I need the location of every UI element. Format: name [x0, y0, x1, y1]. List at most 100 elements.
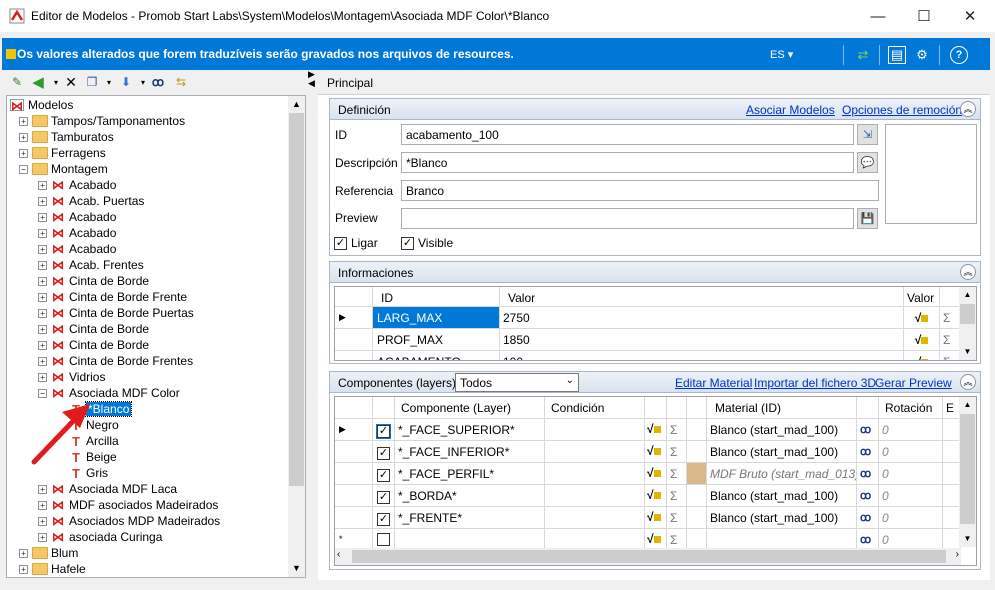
chevron-down-icon[interactable]: ▾: [100, 73, 118, 91]
tree-item[interactable]: + Blum: [19, 545, 78, 561]
row-checkbox-cell[interactable]: ✓: [373, 441, 395, 463]
tree-item-label[interactable]: Ferragens: [51, 146, 106, 160]
componente-cell[interactable]: *_BORDA*: [395, 485, 545, 507]
binoculars-icon[interactable]: ꝏ: [857, 507, 879, 529]
sigma-icon[interactable]: Σ: [940, 351, 960, 360]
material-cell[interactable]: Blanco (start_mad_100): [707, 507, 857, 529]
opciones-remocion-link[interactable]: Opciones de remoción: [842, 103, 962, 117]
tree-item-label[interactable]: Cinta de Borde Frentes: [69, 354, 193, 368]
scroll-down-icon[interactable]: ▼: [288, 560, 305, 577]
expand-icon[interactable]: +: [38, 260, 47, 270]
ligar-checkbox[interactable]: ✓ Ligar: [334, 236, 378, 250]
tree-item-label[interactable]: Acabado: [69, 210, 116, 224]
visible-checkbox[interactable]: ✓ Visible: [401, 236, 453, 250]
tree-item[interactable]: − Montagem: [19, 161, 108, 177]
row-header[interactable]: [335, 329, 373, 351]
sigma-icon[interactable]: Σ: [667, 507, 687, 529]
info-valor-cell[interactable]: 100: [500, 351, 904, 360]
tree-item-label[interactable]: asociada Curinga: [69, 530, 162, 544]
tree-item[interactable]: + ⋈ Cinta de Borde: [38, 337, 149, 353]
expand-icon[interactable]: +: [38, 372, 47, 382]
back-icon[interactable]: ◀: [29, 73, 47, 91]
expand-icon[interactable]: +: [19, 132, 28, 142]
formula-icon[interactable]: √: [645, 441, 667, 463]
expand-icon[interactable]: +: [19, 564, 28, 574]
sigma-icon[interactable]: Σ: [667, 463, 687, 485]
row-checkbox-cell[interactable]: ✓: [373, 463, 395, 485]
expand-icon[interactable]: +: [38, 324, 47, 334]
translate-icon[interactable]: 💬: [857, 152, 878, 173]
componente-cell[interactable]: *_FRENTE*: [395, 507, 545, 529]
tree-item-label[interactable]: Modelos: [28, 98, 73, 112]
col-material-header[interactable]: Material (ID): [707, 397, 857, 419]
tree-item-label[interactable]: Asociada MDF Laca: [69, 482, 177, 496]
row-checkbox[interactable]: ✓: [377, 469, 390, 482]
tree-item-label[interactable]: Blum: [51, 546, 78, 560]
comp-vscrollbar[interactable]: ▲ ▼: [959, 397, 976, 547]
settings-icon[interactable]: ⚙: [913, 46, 931, 64]
row-header[interactable]: [335, 507, 373, 529]
tree-item[interactable]: + ⋈ asociada Curinga: [38, 529, 162, 545]
scroll-up-icon[interactable]: ▲: [959, 397, 976, 413]
expand-icon[interactable]: +: [19, 148, 28, 158]
sigma-icon[interactable]: Σ: [940, 307, 960, 329]
row-header[interactable]: [335, 441, 373, 463]
visible-check[interactable]: ✓: [401, 236, 414, 250]
copy-icon[interactable]: ❐: [83, 73, 101, 91]
expand-icon[interactable]: +: [38, 244, 47, 254]
row-checkbox[interactable]: [377, 533, 390, 546]
tree-item[interactable]: + ⋈ Cinta de Borde: [38, 321, 149, 337]
row-header[interactable]: [335, 485, 373, 507]
expand-icon[interactable]: +: [38, 308, 47, 318]
tree-item-label[interactable]: Acab. Frentes: [69, 258, 144, 272]
col-componente-header[interactable]: Componente (Layer): [395, 397, 545, 419]
row-checkbox[interactable]: ✓: [377, 491, 390, 504]
collapse-icon[interactable]: −: [38, 388, 47, 398]
pick-id-icon[interactable]: ⇲: [857, 124, 878, 145]
rotacion-cell[interactable]: 0: [879, 419, 943, 441]
save-preview-icon[interactable]: 💾: [857, 208, 878, 229]
tree-item-label[interactable]: Acabado: [69, 226, 116, 240]
tree-item-label[interactable]: Cinta de Borde: [69, 322, 149, 336]
formula-icon[interactable]: √: [904, 307, 940, 329]
down-arrow-icon[interactable]: ⬇: [117, 73, 135, 91]
scroll-down-icon[interactable]: ▼: [959, 531, 976, 547]
expand-icon[interactable]: +: [38, 532, 47, 542]
tree-item[interactable]: + ⋈ Cinta de Borde Frentes: [38, 353, 193, 369]
refresh-icon[interactable]: ⇄: [854, 46, 872, 64]
maximize-button[interactable]: ☐: [901, 0, 947, 32]
tree-item-label[interactable]: Acabado: [69, 242, 116, 256]
componente-cell[interactable]: *_FACE_SUPERIOR*: [395, 419, 545, 441]
binoculars-icon[interactable]: ꝏ: [149, 73, 167, 91]
minimize-button[interactable]: —: [855, 0, 901, 32]
tree-item[interactable]: + ⋈ Asociada MDF Laca: [38, 481, 177, 497]
expand-icon[interactable]: +: [38, 356, 47, 366]
scroll-right-icon[interactable]: ›: [956, 549, 959, 560]
tree-item-label[interactable]: Tampos/Tamponamentos: [51, 114, 185, 128]
ligar-check[interactable]: ✓: [334, 236, 347, 250]
expand-icon[interactable]: +: [38, 212, 47, 222]
binoculars-icon[interactable]: ꝏ: [857, 441, 879, 463]
formula-icon[interactable]: √: [645, 463, 667, 485]
collapse-icon[interactable]: −: [19, 164, 28, 174]
material-cell[interactable]: Blanco (start_mad_100): [707, 441, 857, 463]
binoculars-icon[interactable]: ꝏ: [857, 485, 879, 507]
tree-item[interactable]: + ⋈ MDF asociados Madeirados: [38, 497, 218, 513]
model-tree[interactable]: ⋈ Modelos + Tampos/Tamponamentos + Tamburatos…: [6, 95, 306, 578]
expand-icon[interactable]: +: [19, 116, 28, 126]
expand-icon[interactable]: +: [19, 548, 28, 558]
row-header[interactable]: ▶: [335, 307, 373, 329]
material-cell[interactable]: MDF Bruto (start_mad_013): [707, 463, 857, 485]
tree-item[interactable]: + Tampos/Tamponamentos: [19, 113, 185, 129]
tree-item-label[interactable]: Cinta de Borde Puertas: [69, 306, 194, 320]
tree-item[interactable]: + ⋈ Acabado: [38, 241, 116, 257]
col-condicion-header[interactable]: Condición: [545, 397, 645, 419]
rotacion-cell[interactable]: 0: [879, 441, 943, 463]
col-valor-header[interactable]: Valor: [500, 287, 904, 307]
help-icon[interactable]: ?: [950, 46, 968, 64]
tree-item-label[interactable]: Tamburatos: [51, 130, 114, 144]
preview-field[interactable]: [401, 208, 854, 229]
row-checkbox[interactable]: ✓: [377, 447, 390, 460]
expand-icon[interactable]: +: [38, 228, 47, 238]
scroll-thumb[interactable]: [960, 304, 975, 324]
